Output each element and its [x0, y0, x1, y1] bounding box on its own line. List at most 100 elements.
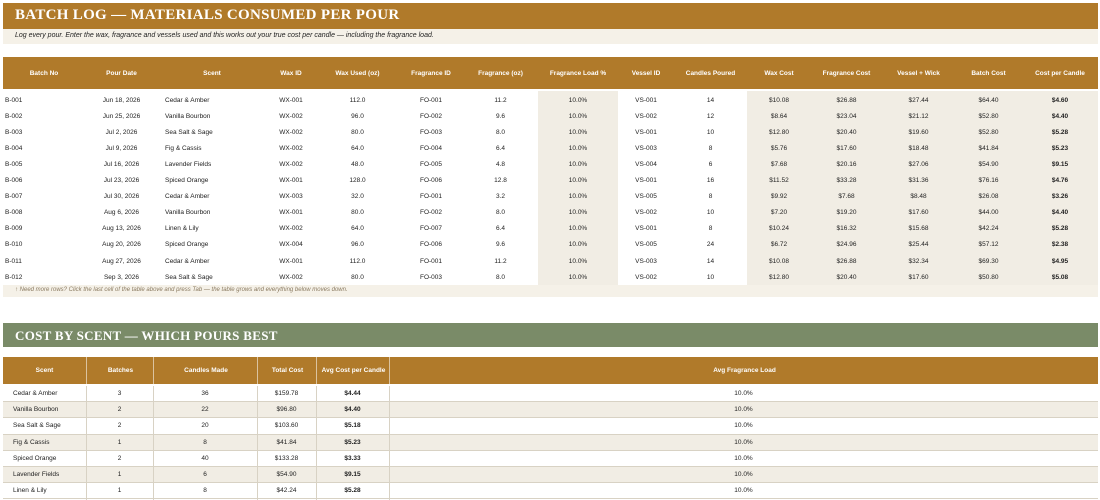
table-cell[interactable]: 22 [153, 402, 257, 417]
table-cell[interactable]: 8 [674, 221, 747, 237]
table-cell[interactable]: VS-003 [618, 140, 674, 156]
table-cell[interactable]: B-003 [3, 124, 85, 140]
table-cell[interactable]: $52.80 [955, 124, 1022, 140]
table-cell[interactable]: 8 [153, 435, 257, 450]
table-cell[interactable]: $4.44 [316, 386, 389, 401]
table-cell[interactable]: $76.16 [955, 173, 1022, 189]
table-cell[interactable]: 10.0% [538, 156, 618, 172]
table-cell[interactable]: $103.60 [257, 418, 316, 433]
table-cell[interactable]: 1 [86, 435, 153, 450]
table-cell[interactable]: 80.0 [316, 124, 399, 140]
table-cell[interactable]: Fig & Cassis [3, 435, 86, 450]
table-cell[interactable]: 8 [674, 189, 747, 205]
table-cell[interactable]: 3 [86, 386, 153, 401]
batch-col-header[interactable]: Batch No [3, 57, 85, 89]
table-cell[interactable]: $27.06 [882, 156, 955, 172]
table-cell[interactable]: 112.0 [316, 92, 399, 108]
table-cell[interactable]: $6.72 [747, 237, 811, 253]
table-cell[interactable]: $20.40 [811, 124, 882, 140]
table-cell[interactable]: FO-001 [399, 92, 463, 108]
table-cell[interactable]: Linen & Lily [3, 483, 86, 498]
scent-col-header[interactable]: Avg Cost per Candle [316, 357, 390, 384]
table-cell[interactable]: 80.0 [316, 205, 399, 221]
batch-col-header[interactable]: Vessel + Wick [882, 57, 955, 89]
table-cell[interactable]: 6 [153, 467, 257, 482]
table-cell[interactable]: $10.24 [747, 221, 811, 237]
table-cell[interactable]: 9.6 [463, 237, 538, 253]
table-cell[interactable]: 10.0% [538, 92, 618, 108]
batch-col-header[interactable]: Cost per Candle [1022, 57, 1098, 89]
table-cell[interactable]: Sea Salt & Sage [158, 269, 266, 285]
table-cell[interactable]: $9.92 [747, 189, 811, 205]
table-cell[interactable]: Spiced Orange [158, 173, 266, 189]
table-cell[interactable]: 9.6 [463, 108, 538, 124]
table-cell[interactable]: $41.84 [955, 140, 1022, 156]
batch-col-header[interactable]: Pour Date [85, 57, 158, 89]
table-cell[interactable]: $17.60 [811, 140, 882, 156]
table-cell[interactable]: Spiced Orange [158, 237, 266, 253]
table-cell[interactable]: $3.26 [1022, 189, 1098, 205]
table-cell[interactable]: Linen & Lily [158, 221, 266, 237]
table-cell[interactable]: VS-002 [618, 205, 674, 221]
table-cell[interactable]: VS-001 [618, 92, 674, 108]
table-cell[interactable]: Sea Salt & Sage [3, 418, 86, 433]
table-cell[interactable]: 10.0% [538, 253, 618, 269]
table-cell[interactable]: $54.90 [257, 467, 316, 482]
table-cell[interactable]: 16 [674, 173, 747, 189]
scent-col-header[interactable]: Candles Made [153, 357, 258, 384]
table-cell[interactable]: Cedar & Amber [3, 386, 86, 401]
table-cell[interactable]: 64.0 [316, 140, 399, 156]
table-cell[interactable]: WX-001 [266, 92, 316, 108]
table-cell[interactable]: $20.40 [811, 269, 882, 285]
table-cell[interactable]: FO-006 [399, 173, 463, 189]
table-cell[interactable]: 14 [674, 92, 747, 108]
table-cell[interactable]: Jun 18, 2026 [85, 92, 158, 108]
table-cell[interactable]: FO-002 [399, 108, 463, 124]
batch-col-header[interactable]: Fragrance Cost [811, 57, 882, 89]
table-cell[interactable]: VS-005 [618, 237, 674, 253]
table-cell[interactable]: $57.12 [955, 237, 1022, 253]
table-cell[interactable]: 10.0% [389, 483, 1098, 498]
table-cell[interactable]: $9.15 [1022, 156, 1098, 172]
table-cell[interactable]: $26.88 [811, 253, 882, 269]
table-cell[interactable]: Vanilla Bourbon [158, 108, 266, 124]
table-cell[interactable]: 14 [674, 253, 747, 269]
table-cell[interactable]: $5.28 [1022, 221, 1098, 237]
table-cell[interactable]: 10.0% [538, 173, 618, 189]
table-cell[interactable]: 8.0 [463, 269, 538, 285]
table-cell[interactable]: Jun 25, 2026 [85, 108, 158, 124]
table-cell[interactable]: 96.0 [316, 108, 399, 124]
table-cell[interactable]: 10.0% [538, 205, 618, 221]
table-cell[interactable]: 6.4 [463, 140, 538, 156]
table-cell[interactable]: 10.0% [389, 418, 1098, 433]
table-cell[interactable]: $16.32 [811, 221, 882, 237]
batch-col-header[interactable]: Wax Used (oz) [316, 57, 399, 89]
table-cell[interactable]: Jul 23, 2026 [85, 173, 158, 189]
table-cell[interactable]: Fig & Cassis [158, 140, 266, 156]
batch-col-header[interactable]: Fragrance (oz) [463, 57, 538, 89]
table-cell[interactable]: $5.28 [1022, 124, 1098, 140]
table-cell[interactable]: $24.96 [811, 237, 882, 253]
table-cell[interactable]: 32.0 [316, 189, 399, 205]
table-cell[interactable]: FO-004 [399, 140, 463, 156]
table-cell[interactable]: $8.48 [882, 189, 955, 205]
table-cell[interactable]: WX-003 [266, 189, 316, 205]
table-cell[interactable]: B-002 [3, 108, 85, 124]
table-cell[interactable]: $4.40 [316, 402, 389, 417]
table-cell[interactable]: $41.84 [257, 435, 316, 450]
table-cell[interactable]: Aug 20, 2026 [85, 237, 158, 253]
table-cell[interactable]: $159.78 [257, 386, 316, 401]
table-cell[interactable]: $26.88 [811, 92, 882, 108]
table-cell[interactable]: 10.0% [389, 386, 1098, 401]
table-cell[interactable]: B-010 [3, 237, 85, 253]
table-cell[interactable]: 36 [153, 386, 257, 401]
table-cell[interactable]: Lavender Fields [158, 156, 266, 172]
batch-col-header[interactable]: Vessel ID [618, 57, 674, 89]
table-cell[interactable]: 10.0% [538, 124, 618, 140]
batch-col-header[interactable]: Wax Cost [747, 57, 811, 89]
table-cell[interactable]: 12 [674, 108, 747, 124]
table-cell[interactable]: 10 [674, 269, 747, 285]
table-cell[interactable]: 10.0% [538, 140, 618, 156]
table-cell[interactable]: $12.80 [747, 124, 811, 140]
table-cell[interactable]: 11.2 [463, 92, 538, 108]
